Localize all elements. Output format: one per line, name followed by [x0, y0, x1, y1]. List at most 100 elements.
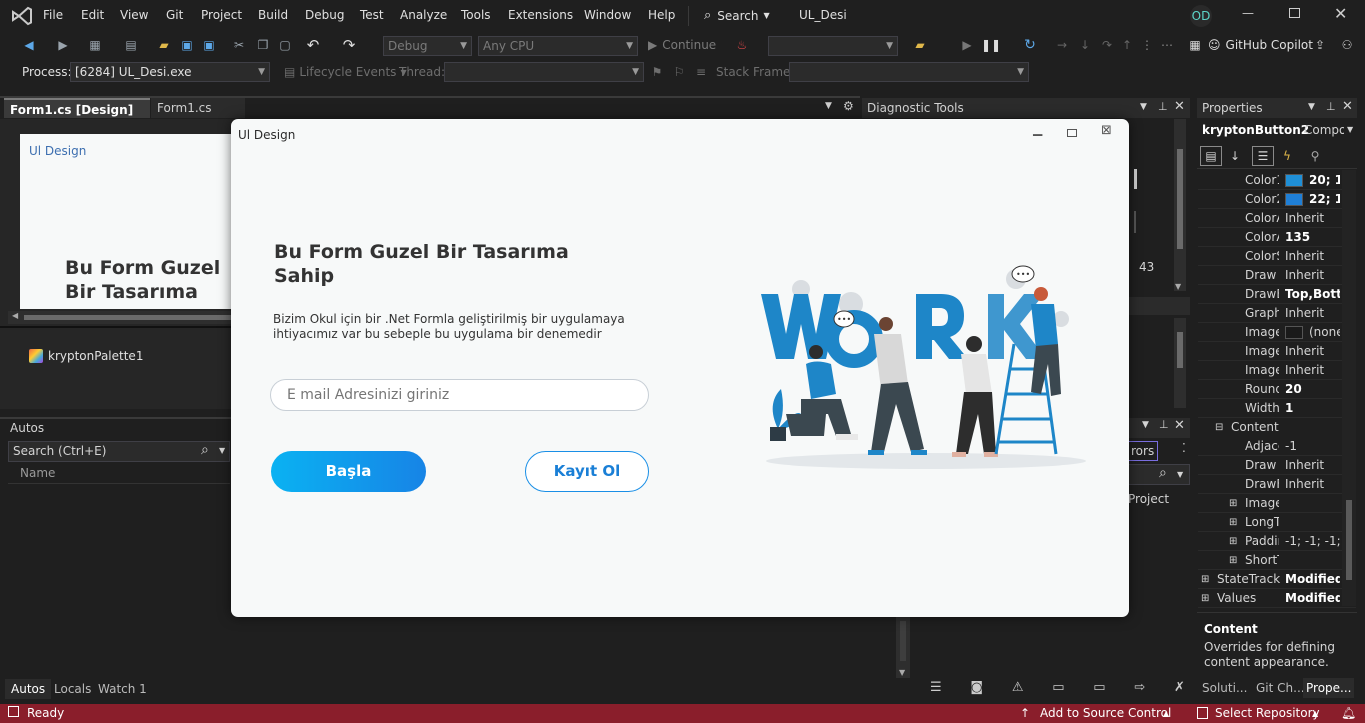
property-row[interactable]: AdjacentGap -1: [1198, 437, 1356, 456]
continue-button[interactable]: ▶ Continue: [648, 38, 716, 52]
property-value[interactable]: Inherit: [1285, 304, 1340, 323]
menu-item-view[interactable]: View: [120, 8, 148, 22]
step-into-icon[interactable]: ↓: [1078, 38, 1092, 52]
menu-item-file[interactable]: File: [43, 8, 63, 22]
show-next-statement-icon[interactable]: →: [1055, 38, 1069, 52]
scroll-down-icon[interactable]: ▼: [899, 668, 905, 677]
menu-item-project[interactable]: Project: [201, 8, 242, 22]
properties-object-select[interactable]: kryptonButton2 Compor ▼: [1199, 120, 1357, 141]
notifications-icon[interactable]: 🔔︎: [1341, 704, 1356, 723]
property-value[interactable]: Inherit: [1285, 209, 1340, 228]
property-row[interactable]: ColorAngle Inherit: [1198, 209, 1356, 228]
add-item-icon[interactable]: ▤: [124, 38, 138, 52]
property-row[interactable]: ⊞ Values Modified: [1198, 589, 1356, 608]
flag-icon[interactable]: ⚑: [650, 65, 664, 79]
hot-reload-icon[interactable]: ♨: [735, 38, 749, 52]
github-copilot-button[interactable]: ☺ GitHub Copilot: [1208, 38, 1313, 52]
immediate-window-icon[interactable]: ▭: [1093, 680, 1105, 695]
scrollbar-thumb[interactable]: [900, 621, 906, 661]
property-row[interactable]: Color2 22; 12: [1198, 190, 1356, 209]
property-value[interactable]: Inherit: [1285, 456, 1340, 475]
tab-properties[interactable]: Prope...: [1303, 678, 1355, 698]
grid-icon[interactable]: ▦: [1188, 38, 1202, 52]
folder-icon[interactable]: ▰: [913, 38, 927, 52]
tab-list-icon[interactable]: ▼: [825, 101, 832, 111]
property-value[interactable]: Top,Botto: [1285, 285, 1340, 304]
app-maximize-icon[interactable]: [1067, 129, 1077, 137]
property-value[interactable]: Inherit: [1285, 361, 1340, 380]
menu-item-test[interactable]: Test: [360, 8, 384, 22]
search-icon[interactable]: ⌕: [1159, 465, 1167, 481]
property-row[interactable]: Draw Inherit: [1198, 266, 1356, 285]
autos-scrollbar[interactable]: ▼: [896, 617, 910, 679]
close-window-icon[interactable]: ✕: [1334, 4, 1347, 23]
properties-icon[interactable]: ☰: [1252, 146, 1274, 166]
property-row[interactable]: Color1 20; 14: [1198, 171, 1356, 190]
scrollbar-thumb[interactable]: [1177, 332, 1183, 368]
minimize-icon[interactable]: —: [1242, 6, 1254, 20]
scroll-left-icon[interactable]: ◀: [12, 311, 18, 320]
expand-icon[interactable]: ⊞: [1229, 551, 1237, 570]
lifecycle-events-button[interactable]: ▤ Lifecycle Events ▼: [284, 65, 407, 79]
vertical-scrollbar[interactable]: [1174, 318, 1186, 408]
process-select[interactable]: [6284] UL_Desi.exe ▼: [70, 62, 270, 82]
settings-gear-icon[interactable]: ⚙: [843, 99, 854, 113]
save-all-icon[interactable]: ▣: [202, 38, 216, 52]
add-to-source-control[interactable]: Add to Source Control: [1040, 704, 1171, 723]
breakpoints-icon[interactable]: ⋮: [1140, 38, 1154, 52]
hex-icon[interactable]: ⋯: [1160, 38, 1174, 52]
property-value[interactable]: 20: [1285, 380, 1340, 399]
menu-item-tools[interactable]: Tools: [461, 8, 491, 22]
breakpoints-window-icon[interactable]: ◙: [970, 680, 983, 695]
scrollbar-thumb[interactable]: [1346, 500, 1352, 580]
property-row[interactable]: DrawBorders Top,Botto: [1198, 285, 1356, 304]
chevron-down-icon[interactable]: ▼: [1140, 102, 1147, 112]
property-row[interactable]: ImageStyle Inherit: [1198, 361, 1356, 380]
menu-item-build[interactable]: Build: [258, 8, 288, 22]
pin-icon[interactable]: ⊥: [1159, 418, 1169, 431]
property-value[interactable]: Modified: [1285, 570, 1340, 589]
menu-item-debug[interactable]: Debug: [305, 8, 344, 22]
stack-icon[interactable]: ≡: [694, 65, 708, 79]
property-row[interactable]: ColorStyle Inherit: [1198, 247, 1356, 266]
start-icon[interactable]: ▶: [960, 38, 974, 52]
autos-search-input[interactable]: Search (Ctrl+E) ⌕ ▼: [8, 441, 230, 462]
search-icon[interactable]: ⌕: [201, 442, 209, 458]
property-row[interactable]: ⊞ Image: [1198, 494, 1356, 513]
open-folder-icon[interactable]: ▰: [157, 38, 171, 52]
user-avatar[interactable]: OD: [1190, 5, 1212, 27]
property-value[interactable]: 22; 12: [1309, 190, 1340, 209]
property-value[interactable]: (none: [1309, 323, 1340, 342]
close-panel-icon[interactable]: ✕: [1174, 418, 1185, 433]
menu-item-analyze[interactable]: Analyze: [400, 8, 447, 22]
property-row[interactable]: Rounding 20: [1198, 380, 1356, 399]
thread-select[interactable]: ▼: [444, 62, 644, 82]
property-value[interactable]: 1: [1285, 399, 1340, 418]
more-icon[interactable]: ⁚: [1182, 441, 1186, 455]
property-value[interactable]: Inherit: [1285, 342, 1340, 361]
property-row[interactable]: Image (none: [1198, 323, 1356, 342]
diagnostic-subtabs[interactable]: [1128, 297, 1190, 315]
back-icon[interactable]: ◀: [22, 38, 36, 52]
paste-icon[interactable]: ▢: [278, 38, 292, 52]
output-icon[interactable]: ⇨: [1134, 680, 1145, 695]
new-project-icon[interactable]: ▦: [88, 38, 102, 52]
scrollbar-thumb[interactable]: [24, 315, 234, 320]
events-icon[interactable]: ϟ: [1276, 149, 1298, 163]
step-over-icon[interactable]: ↷: [1100, 38, 1114, 52]
exception-settings-icon[interactable]: ⚠: [1012, 680, 1024, 695]
select-repository[interactable]: Select Repository: [1215, 704, 1320, 723]
property-row[interactable]: ⊞ Padding -1; -1; -1; -: [1198, 532, 1356, 551]
scrollbar-thumb[interactable]: [1177, 149, 1183, 249]
menu-item-help[interactable]: Help: [648, 8, 675, 22]
copy-icon[interactable]: ❐: [256, 38, 270, 52]
configuration-select[interactable]: Debug ▼: [383, 36, 472, 56]
alphabetical-icon[interactable]: ↓: [1224, 149, 1246, 163]
expand-icon[interactable]: ⊞: [1229, 513, 1237, 532]
chevron-down-icon[interactable]: ▼: [1177, 470, 1183, 479]
property-value[interactable]: Inherit: [1285, 475, 1340, 494]
property-pages-icon[interactable]: ⚲: [1304, 149, 1326, 163]
property-row[interactable]: ⊞ StateTracking Modified: [1198, 570, 1356, 589]
scroll-down-icon[interactable]: ▼: [1175, 282, 1181, 291]
content-section-row[interactable]: ⊟ Content: [1198, 418, 1356, 437]
